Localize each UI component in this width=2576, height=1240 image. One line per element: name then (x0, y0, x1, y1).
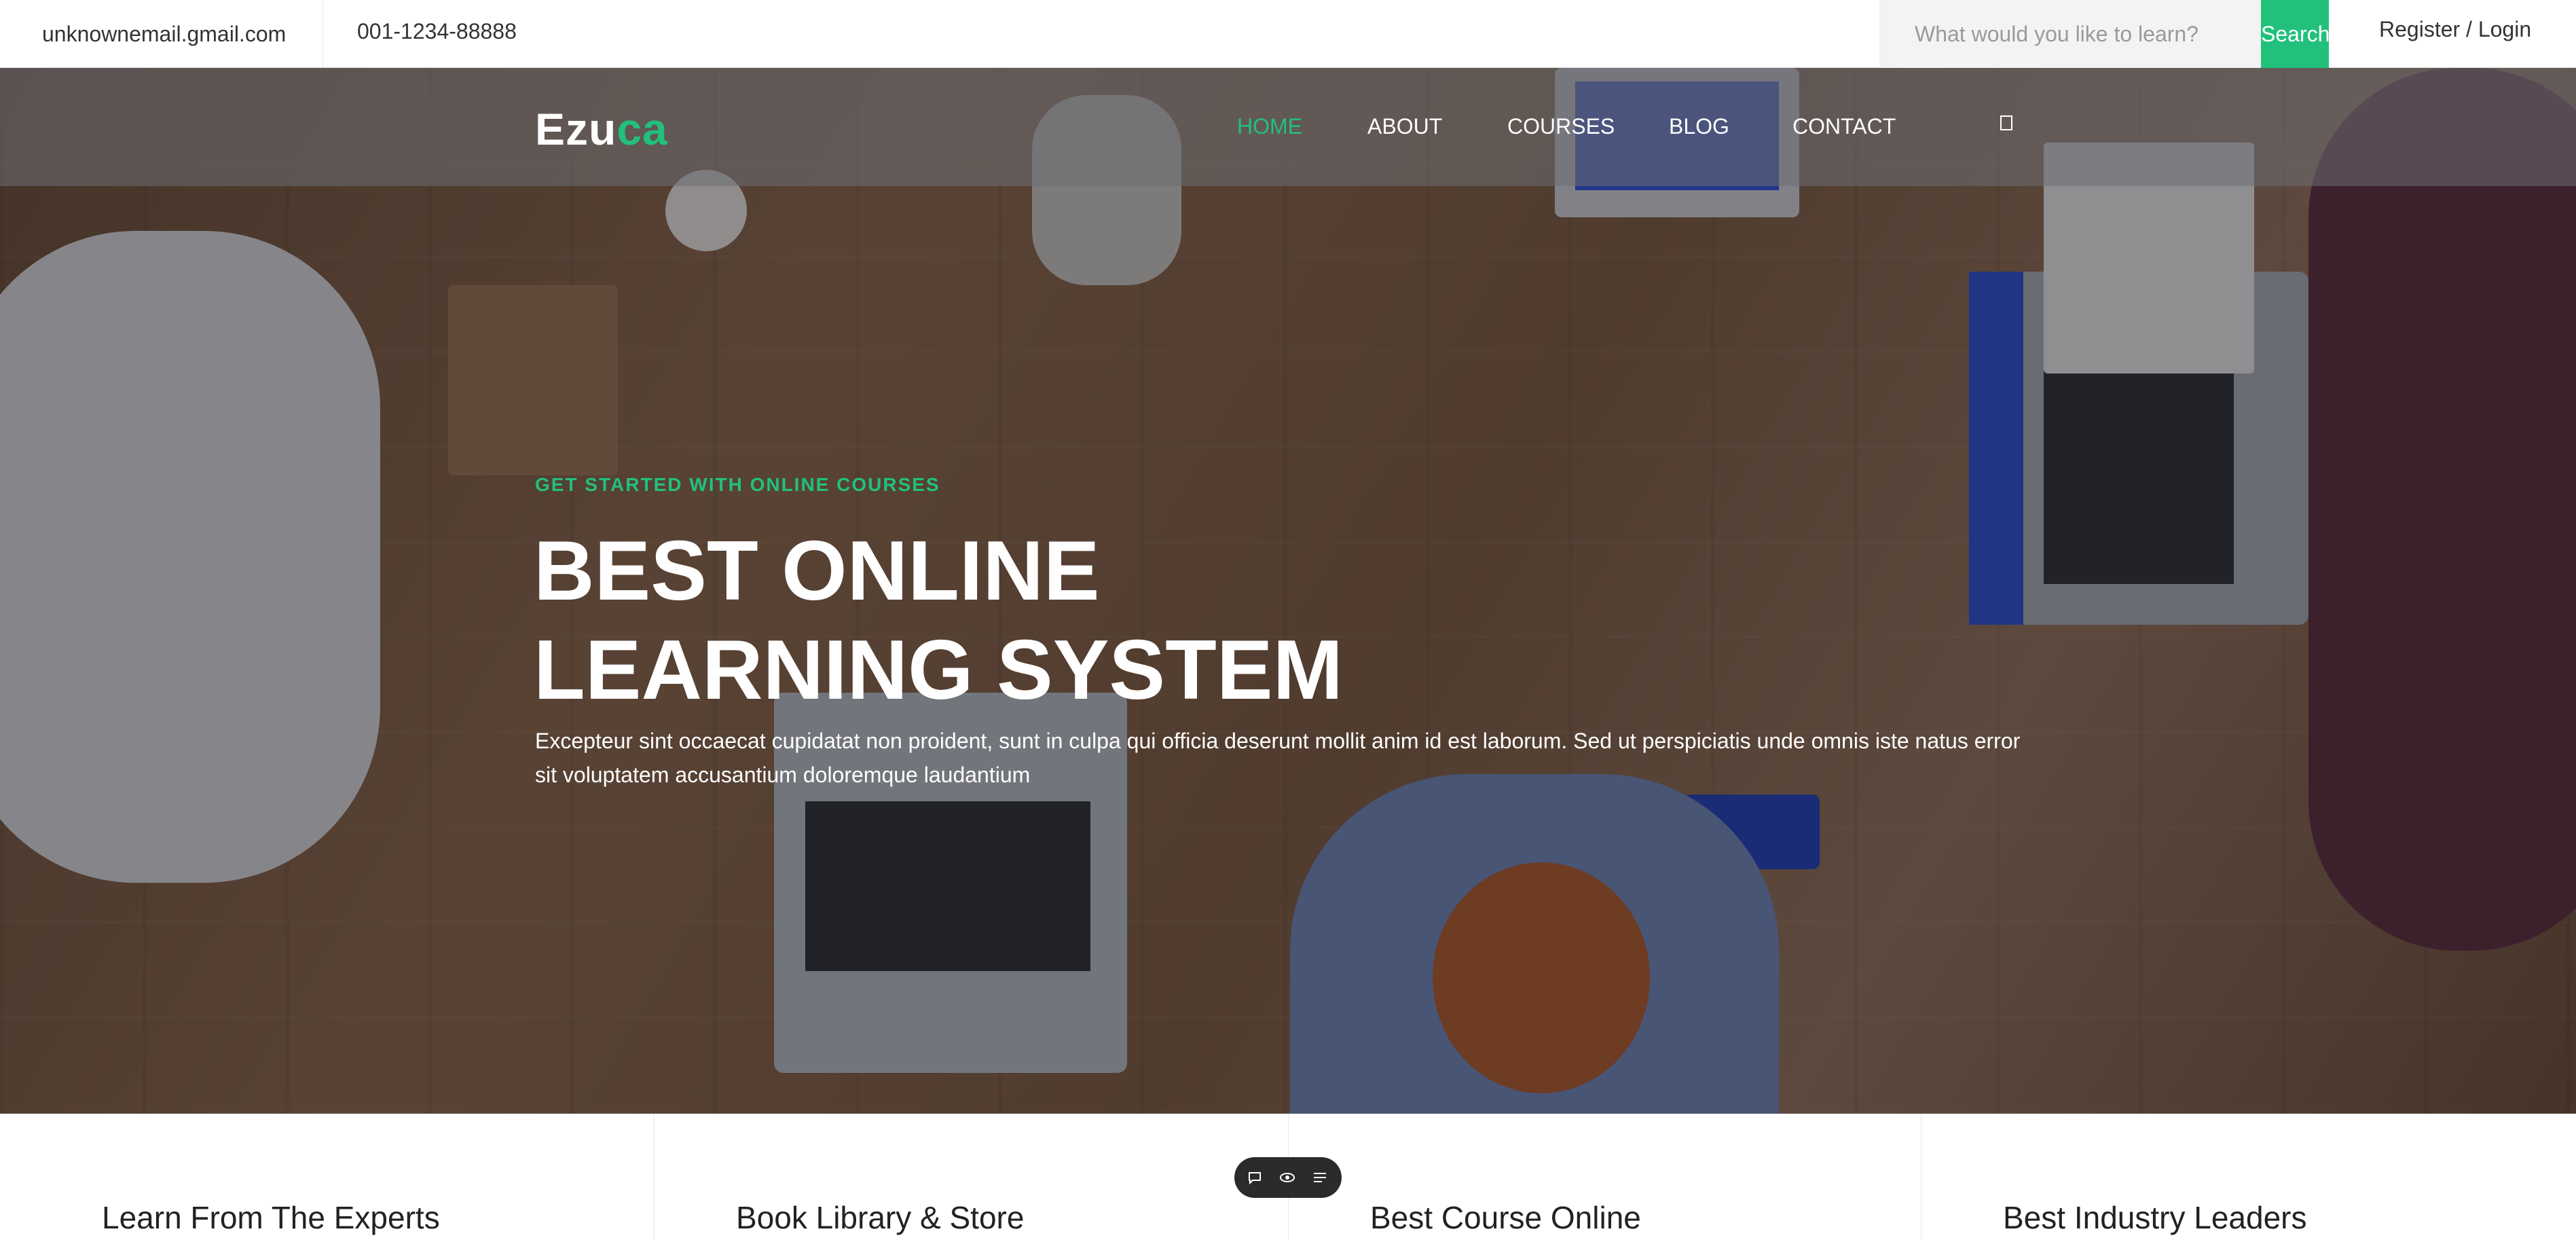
feature-item: Book Library & Store (655, 1114, 1289, 1240)
contact-phone: 001-1234-88888 (357, 19, 517, 43)
eye-icon[interactable] (1279, 1169, 1295, 1186)
hero-title: BEST ONLINE LEARNING SYSTEM (534, 522, 1343, 720)
site-logo[interactable]: Ezuca (535, 103, 668, 155)
hero-title-line-2: LEARNING SYSTEM (534, 623, 1343, 717)
search-button[interactable]: Search (2261, 0, 2330, 68)
main-navbar: Ezuca HOME ABOUT COURSES BLOG CONTACT (0, 68, 2576, 186)
feature-item: Best Industry Leaders (1921, 1114, 2576, 1240)
feature-title: Learn From The Experts (102, 1200, 440, 1235)
nav-home[interactable]: HOME (1237, 114, 1302, 139)
nav-contact[interactable]: CONTACT (1792, 114, 1896, 139)
chat-icon[interactable] (1247, 1169, 1263, 1186)
register-login-link[interactable]: Register / Login (2379, 0, 2531, 68)
logo-accent-text: ca (617, 104, 668, 154)
top-bar: unknownemail.gmail.com 001-1234-88888 Se… (0, 0, 2576, 68)
nav-blog[interactable]: BLOG (1669, 114, 1729, 139)
hero-eyebrow: GET STARTED WITH ONLINE COURSES (535, 474, 940, 495)
list-icon[interactable] (1312, 1169, 1328, 1186)
search-input[interactable] (1879, 0, 2261, 68)
floating-toolbar (1234, 1157, 1342, 1198)
nav-about[interactable]: ABOUT (1367, 114, 1442, 139)
feature-title: Best Course Online (1370, 1200, 1641, 1235)
feature-item: Learn From The Experts (0, 1114, 655, 1240)
logo-text: Ezu (535, 104, 617, 154)
feature-item: Best Course Online (1289, 1114, 1921, 1240)
nav-courses[interactable]: COURSES (1507, 114, 1615, 139)
contact-email: unknownemail.gmail.com (0, 0, 323, 68)
hero-description: Excepteur sint occaecat cupidatat non pr… (535, 729, 2021, 787)
feature-title: Best Industry Leaders (2003, 1200, 2307, 1235)
hero-section: Ezuca HOME ABOUT COURSES BLOG CONTACT GE… (0, 68, 2576, 1114)
hero-title-line-1: BEST ONLINE (534, 524, 1100, 618)
square-icon[interactable] (2000, 115, 2012, 130)
feature-title: Book Library & Store (736, 1200, 1025, 1235)
